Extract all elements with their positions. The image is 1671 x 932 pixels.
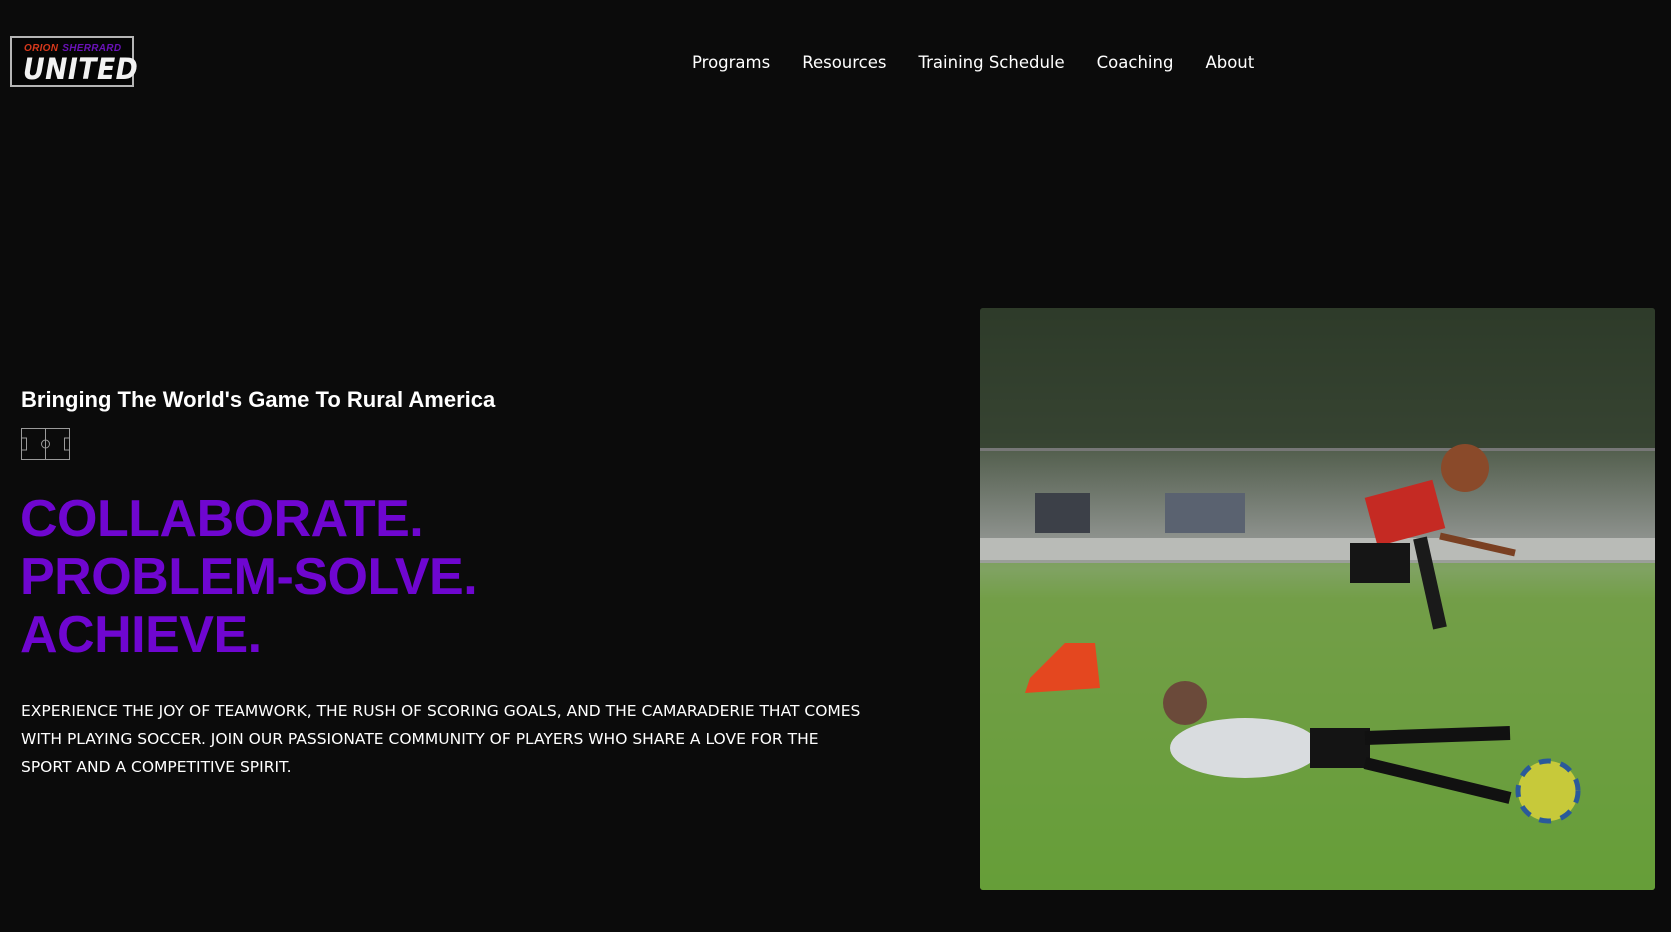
hero-photo-soccer-players xyxy=(980,308,1655,890)
nav-coaching[interactable]: Coaching xyxy=(1097,53,1174,72)
nav-resources[interactable]: Resources xyxy=(802,53,886,72)
headline-line-1: COLLABORATE. xyxy=(20,490,424,548)
hero-headline: COLLABORATE. PROBLEM-SOLVE. ACHIEVE. xyxy=(20,490,478,664)
logo-main-text: UNITED xyxy=(23,52,139,86)
nav-training-schedule[interactable]: Training Schedule xyxy=(918,53,1064,72)
hero-subheading: Bringing The World's Game To Rural Ameri… xyxy=(21,387,496,412)
nav-about[interactable]: About xyxy=(1205,53,1254,72)
soccer-field-icon xyxy=(21,428,70,460)
headline-line-3: ACHIEVE. xyxy=(20,606,262,664)
nav-programs[interactable]: Programs xyxy=(692,53,770,72)
logo[interactable]: ORION SHERRARD UNITED xyxy=(10,36,138,87)
headline-line-2: PROBLEM-SOLVE. xyxy=(20,548,478,606)
hero-paragraph: EXPERIENCE THE JOY OF TEAMWORK, THE RUSH… xyxy=(21,702,861,776)
main-nav: Programs Resources Training Schedule Coa… xyxy=(692,53,1254,72)
